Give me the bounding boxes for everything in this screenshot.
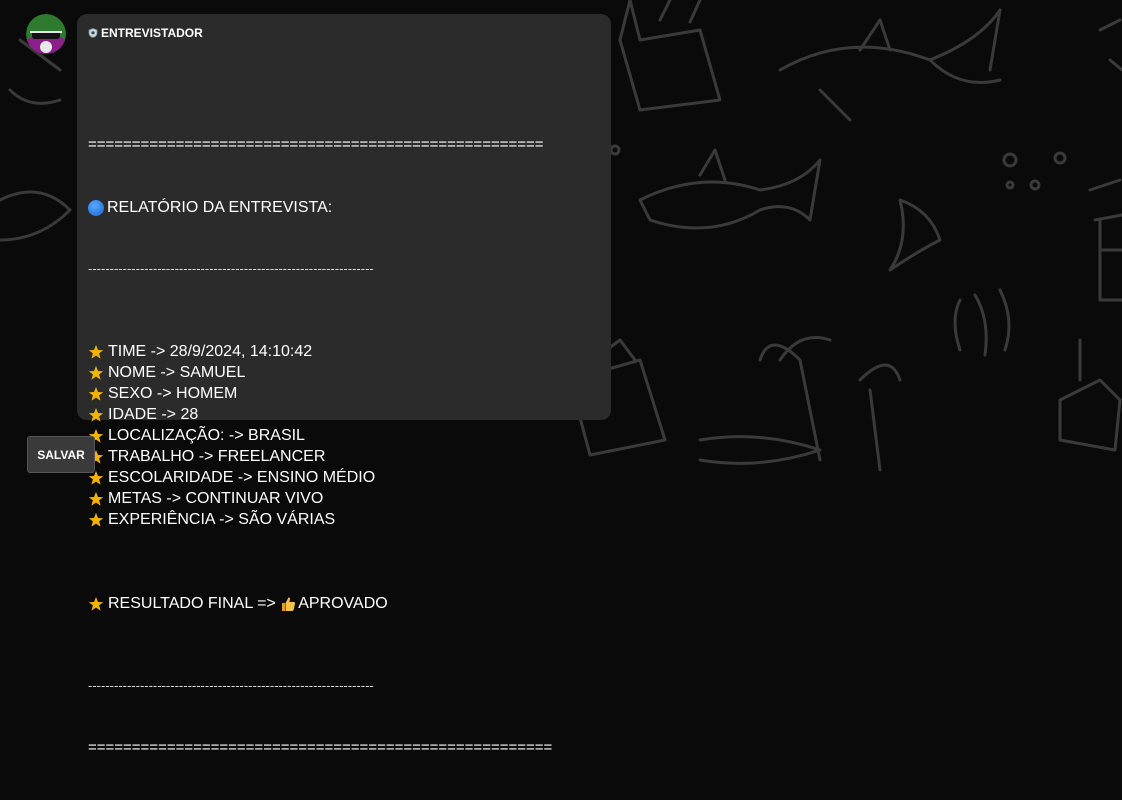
interview-report: ========================================… — [88, 92, 611, 800]
report-item-text: LOCALIZAÇÃO: -> BRASIL — [108, 427, 305, 444]
report-item: TRABALHO -> FREELANCER — [88, 446, 611, 467]
report-item: NOME -> SAMUEL — [88, 362, 611, 383]
star-icon — [88, 344, 104, 359]
avatar — [26, 14, 66, 54]
report-item: EXPERIÊNCIA -> SÃO VÁRIAS — [88, 509, 611, 530]
report-title-row: RELATÓRIO DA ENTREVISTA: — [88, 197, 611, 218]
star-icon — [88, 407, 104, 422]
report-result-row: RESULTADO FINAL => APROVADO — [88, 593, 611, 614]
report-item: METAS -> CONTINUAR VIVO — [88, 488, 611, 509]
report-item-text: TIME -> 28/9/2024, 14:10:42 — [108, 343, 313, 360]
report-item-text: TRABALHO -> FREELANCER — [108, 448, 326, 465]
report-item-text: METAS -> CONTINUAR VIVO — [108, 490, 324, 507]
result-value: APROVADO — [298, 595, 388, 612]
report-item-text: SEXO -> HOMEM — [108, 385, 238, 402]
message-header: ENTREVISTADOR — [88, 25, 611, 41]
report-item: SEXO -> HOMEM — [88, 383, 611, 404]
report-item-text: EXPERIÊNCIA -> SÃO VÁRIAS — [108, 511, 336, 528]
blue-circle-icon — [88, 199, 104, 216]
report-item: IDADE -> 28 — [88, 404, 611, 425]
save-button[interactable]: SALVAR — [27, 436, 95, 473]
separator-equals: ========================================… — [88, 136, 544, 153]
sender-name: ENTREVISTADOR — [101, 26, 203, 40]
star-icon — [88, 596, 104, 611]
report-item-text: IDADE -> 28 — [108, 406, 199, 423]
message-bubble: ENTREVISTADOR ==========================… — [77, 14, 611, 756]
report-item: LOCALIZAÇÃO: -> BRASIL — [88, 425, 611, 446]
star-icon — [88, 491, 104, 506]
report-item: TIME -> 28/9/2024, 14:10:42 — [88, 341, 611, 362]
shield-icon — [88, 28, 98, 38]
report-title: RELATÓRIO DA ENTREVISTA: — [107, 199, 333, 216]
report-items: TIME -> 28/9/2024, 14:10:42 NOME -> SAMUE… — [88, 341, 611, 530]
thumbs-up-icon — [282, 596, 296, 611]
star-icon — [88, 365, 104, 380]
report-item-text: NOME -> SAMUEL — [108, 364, 246, 381]
star-icon — [88, 512, 104, 527]
result-label: RESULTADO FINAL => — [108, 595, 281, 612]
separator-dashes: ----------------------------------------… — [88, 261, 374, 276]
avatar-masked-figure-icon — [26, 14, 66, 54]
star-icon — [88, 386, 104, 401]
separator-dashes-bottom: ----------------------------------------… — [88, 678, 374, 693]
separator-equals-bottom: ========================================… — [88, 739, 553, 756]
